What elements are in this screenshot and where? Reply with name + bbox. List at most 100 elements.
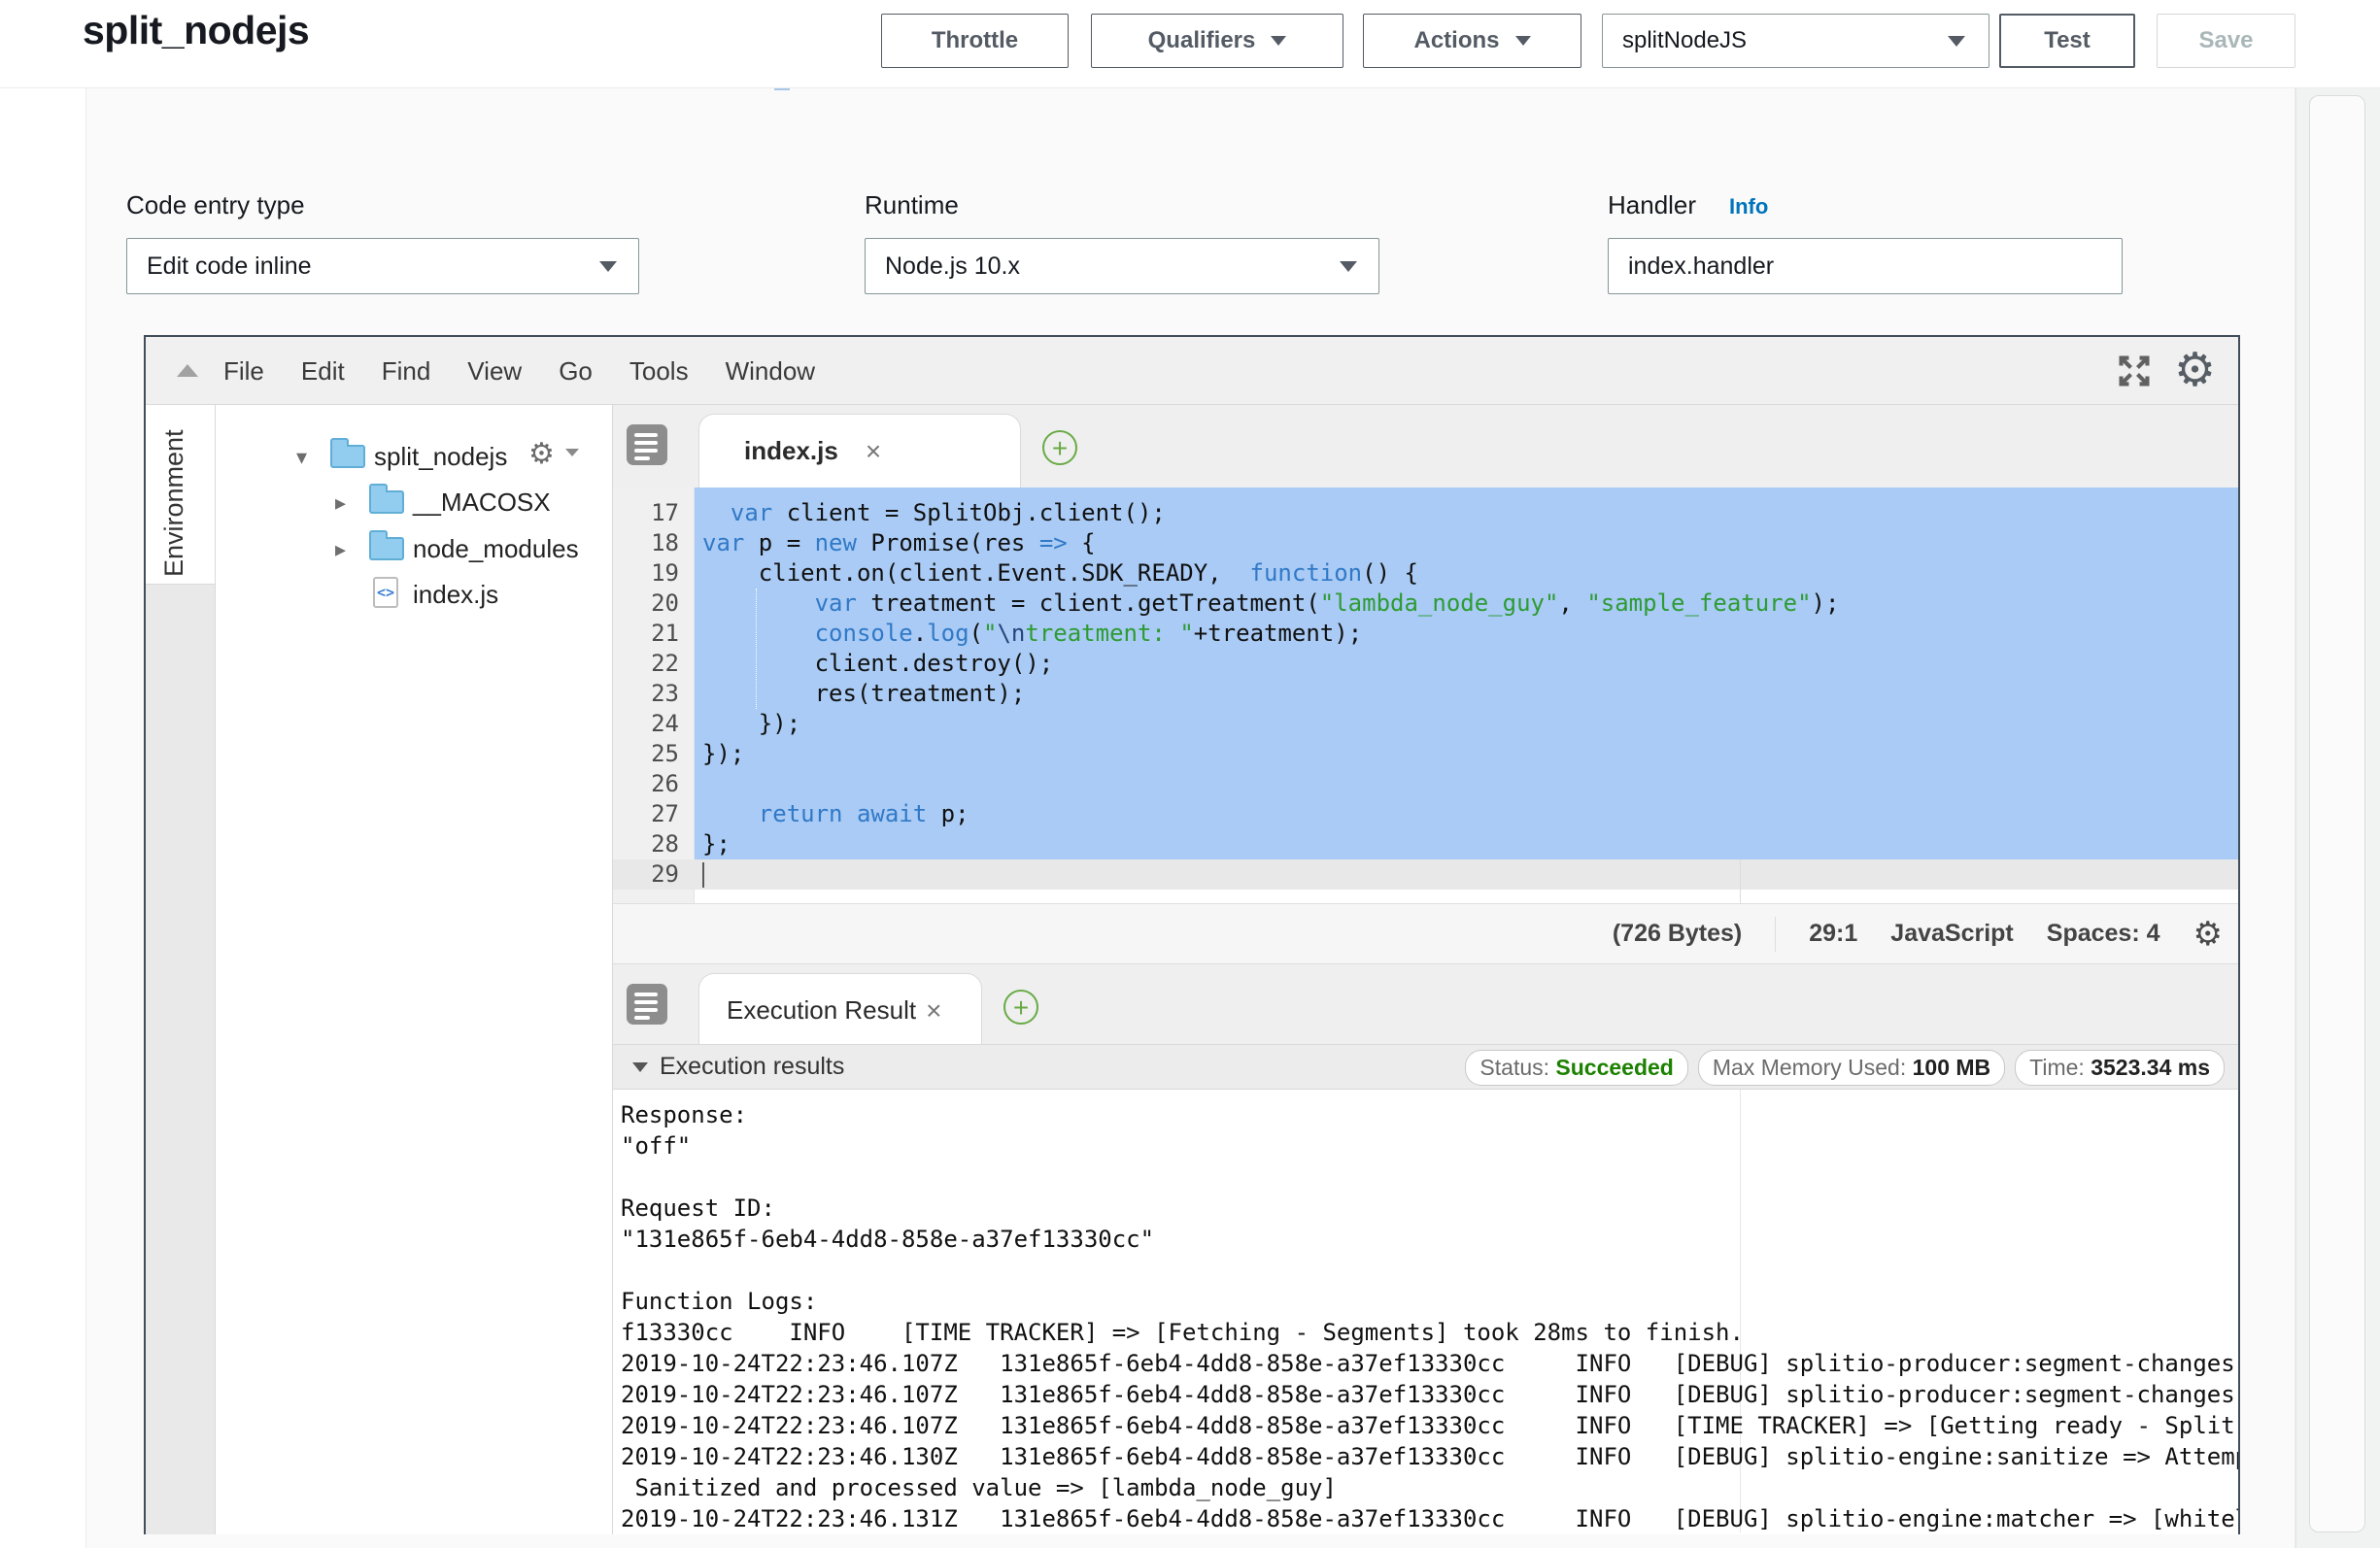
code-line-19: client.on(client.Event.SDK_READY, functi… <box>702 558 1418 589</box>
menu-item-window[interactable]: Window <box>726 356 815 387</box>
status-items: (726 Bytes)29:1JavaScriptSpaces: 4 <box>1613 917 2160 952</box>
caret-right-icon[interactable]: ▸ <box>335 537 346 562</box>
status-item-2[interactable]: JavaScript <box>1890 920 2013 948</box>
close-tab-icon[interactable]: × <box>926 995 941 1026</box>
folder-icon <box>369 537 404 560</box>
code-viewport[interactable]: }); 17 var client = SplitObj.client();18… <box>613 488 2238 903</box>
test-event-select[interactable]: splitNodeJS <box>1602 14 1989 68</box>
print-margin-ruler <box>1740 859 1741 903</box>
code-line-27: return await p; <box>702 799 969 829</box>
log-line-12: Sanitized and processed value => [lambda… <box>621 1472 1337 1503</box>
code-line-25: }); <box>702 739 744 769</box>
menu-item-file[interactable]: File <box>223 356 264 387</box>
caret-right-icon[interactable]: ▸ <box>335 490 346 516</box>
editor-tab-label: index.js <box>744 436 838 466</box>
plus-glyph: + <box>1013 993 1029 1023</box>
new-tab-icon[interactable]: + <box>1003 990 1038 1025</box>
execution-result-tab[interactable]: Execution Result × <box>698 973 982 1047</box>
line-number: 20 <box>613 589 679 619</box>
log-line-0: Response: <box>621 1099 747 1130</box>
caret-down-icon[interactable]: ▾ <box>296 445 307 470</box>
results-tab-label: Execution Result <box>727 995 916 1026</box>
tree-item-split-nodejs[interactable]: ▾ split_nodejs ⚙ <box>216 437 612 476</box>
results-tabstrip: Execution Result × + <box>613 963 2238 1046</box>
code-line-24: }); <box>702 709 800 739</box>
tree-settings-gear-icon[interactable]: ⚙ <box>528 437 555 471</box>
page-scrollbar-thumb[interactable] <box>2309 95 2365 1532</box>
code-line-18: var p = new Promise(res => { <box>702 528 1096 558</box>
chevron-down-icon <box>1340 261 1357 272</box>
line-number: 22 <box>613 649 679 679</box>
tree-item-node-modules[interactable]: ▸node_modules <box>216 529 612 568</box>
page-header: split_nodejs Throttle Qualifiers Actions… <box>0 0 2380 88</box>
function-title: split_nodejs <box>83 8 309 53</box>
menu-items: File Edit Find View Go Tools Window <box>223 337 815 405</box>
chevron-down-icon <box>1515 36 1531 46</box>
line-number: 29 <box>613 859 679 890</box>
runtime-label: Runtime <box>865 190 959 220</box>
log-line-3: Request ID: <box>621 1193 775 1224</box>
code-entry-type-select[interactable]: Edit code inline <box>126 238 639 294</box>
actions-dropdown-button[interactable]: Actions <box>1363 14 1581 68</box>
code-line-21: console.log("\ntreatment: "+treatment); <box>702 619 1362 649</box>
log-line-13: 2019-10-24T22:23:46.131Z 131e865f-6eb4-4… <box>621 1503 2238 1532</box>
log-line-8: 2019-10-24T22:23:46.107Z 131e865f-6eb4-4… <box>621 1348 2235 1379</box>
menu-item-edit[interactable]: Edit <box>301 356 345 387</box>
fullscreen-icon[interactable] <box>2116 353 2153 389</box>
environment-tab-label: Environment <box>159 417 189 577</box>
tab-list-icon[interactable] <box>627 984 667 1025</box>
result-badge-2: Time: 3523.34 ms <box>2015 1050 2225 1086</box>
status-item-3[interactable]: Spaces: 4 <box>2047 920 2160 948</box>
editor-settings-gear-icon[interactable]: ⚙ <box>2174 339 2216 403</box>
status-separator <box>1775 917 1776 952</box>
tree-item-label: split_nodejs <box>374 442 507 472</box>
code-entry-type-label: Code entry type <box>126 190 305 220</box>
log-line-11: 2019-10-24T22:23:46.130Z 131e865f-6eb4-4… <box>621 1441 2238 1472</box>
throttle-button[interactable]: Throttle <box>881 14 1069 68</box>
file-tree-panel: ▾ split_nodejs ⚙ ▸__MACOSX ▸node_modules <>in… <box>216 405 612 1534</box>
line-number: 24 <box>613 709 679 739</box>
tab-list-icon[interactable] <box>627 424 667 465</box>
collapse-results-icon[interactable] <box>632 1062 648 1072</box>
line-number: 18 <box>613 528 679 558</box>
editor-menubar: File Edit Find View Go Tools Window ⚙ <box>146 337 2238 405</box>
menu-item-tools[interactable]: Tools <box>629 356 689 387</box>
handler-input-value: index.handler <box>1609 252 2122 281</box>
execution-results-title: Execution results <box>660 1053 844 1081</box>
folder-icon <box>369 490 404 514</box>
qualifiers-label: Qualifiers <box>1148 27 1256 54</box>
tree-item-index-js[interactable]: <>index.js <box>216 575 612 614</box>
status-item-1[interactable]: 29:1 <box>1809 920 1857 948</box>
status-settings-gear-icon[interactable]: ⚙ <box>2193 915 2223 954</box>
editor-pane: index.js × + }); 17 var client = SplitOb… <box>612 405 2238 1534</box>
environment-tab[interactable]: Environment <box>146 405 215 585</box>
editor-tab-indexjs[interactable]: index.js × <box>698 414 1021 488</box>
execution-results-output[interactable]: Response:"off"Request ID:"131e865f-6eb4-… <box>613 1090 2238 1532</box>
result-badge-1: Max Memory Used: 100 MB <box>1698 1050 2005 1086</box>
chevron-down-icon <box>599 261 617 272</box>
tree-item--macosx[interactable]: ▸__MACOSX <box>216 483 612 522</box>
editor-status-bar: (726 Bytes)29:1JavaScriptSpaces: 4 ⚙ <box>613 903 2238 963</box>
tree-item-label: index.js <box>413 580 498 610</box>
code-line-20: var treatment = client.getTreatment("lam… <box>702 589 1839 619</box>
handler-label: Handler <box>1608 190 1696 220</box>
line-number: 23 <box>613 679 679 709</box>
collapse-editor-icon[interactable] <box>177 364 198 377</box>
save-button[interactable]: Save <box>2157 14 2295 68</box>
close-tab-icon[interactable]: × <box>866 436 881 467</box>
code-line-22: client.destroy(); <box>702 649 1053 679</box>
test-button[interactable]: Test <box>1999 14 2135 68</box>
new-tab-icon[interactable]: + <box>1042 430 1077 465</box>
result-badges: Status: SucceededMax Memory Used: 100 MB… <box>1465 1050 2225 1086</box>
actions-label: Actions <box>1413 27 1499 54</box>
menu-item-view[interactable]: View <box>467 356 522 387</box>
log-line-9: 2019-10-24T22:23:46.107Z 131e865f-6eb4-4… <box>621 1379 2235 1410</box>
handler-input[interactable]: index.handler <box>1608 238 2123 294</box>
menu-item-find[interactable]: Find <box>382 356 431 387</box>
editor-tabstrip: index.js × + <box>613 405 2238 488</box>
handler-info-link[interactable]: Info <box>1729 194 1768 219</box>
test-button-label: Test <box>2044 27 2091 54</box>
menu-item-go[interactable]: Go <box>559 356 593 387</box>
qualifiers-dropdown-button[interactable]: Qualifiers <box>1091 14 1343 68</box>
runtime-select[interactable]: Node.js 10.x <box>865 238 1379 294</box>
